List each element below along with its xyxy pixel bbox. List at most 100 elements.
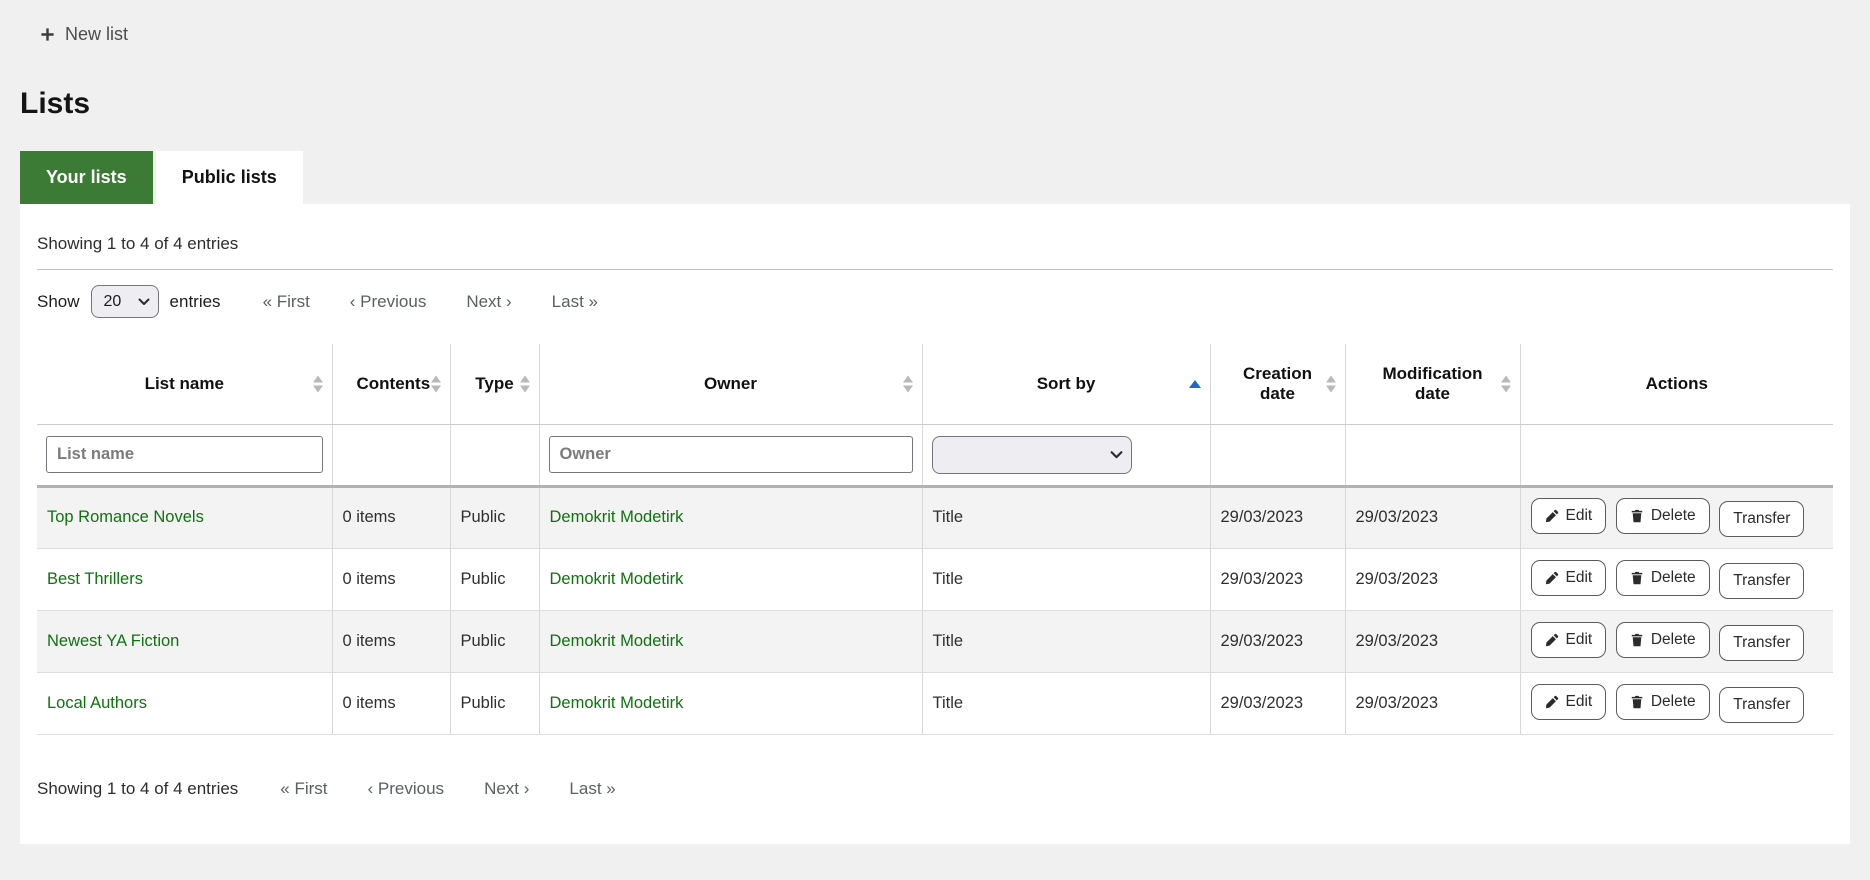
table-row: Best Thrillers 0 items Public Demokrit M… xyxy=(37,548,1833,610)
pencil-icon xyxy=(1545,509,1559,523)
pagination-previous[interactable]: ‹ Previous xyxy=(350,292,427,312)
list-name-link[interactable]: Best Thrillers xyxy=(47,570,143,588)
column-header-owner[interactable]: Owner xyxy=(539,344,922,424)
pagination-next[interactable]: Next › xyxy=(466,292,511,312)
new-list-button[interactable]: New list xyxy=(40,24,128,45)
pagination-last[interactable]: Last » xyxy=(552,292,598,312)
sort-icon xyxy=(903,375,913,392)
filter-row xyxy=(37,424,1833,486)
sort-by-cell: Title xyxy=(922,610,1210,672)
sort-by-cell: Title xyxy=(922,672,1210,734)
pagination-top: « First ‹ Previous Next › Last » xyxy=(263,292,598,312)
edit-button[interactable]: Edit xyxy=(1531,622,1607,658)
pencil-icon xyxy=(1545,695,1559,709)
contents-cell: 0 items xyxy=(332,548,450,610)
owner-filter-input[interactable] xyxy=(549,436,913,473)
pencil-icon xyxy=(1545,571,1559,585)
list-name-filter-input[interactable] xyxy=(46,436,323,473)
owner-link[interactable]: Demokrit Modetirk xyxy=(550,570,684,588)
edit-button[interactable]: Edit xyxy=(1531,560,1607,596)
pagination-previous[interactable]: ‹ Previous xyxy=(368,779,445,799)
contents-cell: 0 items xyxy=(332,486,450,548)
delete-button[interactable]: Delete xyxy=(1616,622,1710,658)
plus-icon xyxy=(40,27,55,42)
tab-public-lists[interactable]: Public lists xyxy=(156,151,303,204)
trash-icon xyxy=(1630,571,1644,585)
table-row: Top Romance Novels 0 items Public Demokr… xyxy=(37,486,1833,548)
new-list-label: New list xyxy=(65,24,128,45)
column-header-modification-date[interactable]: Modification date xyxy=(1345,344,1520,424)
sort-by-filter-select[interactable] xyxy=(932,436,1132,474)
tabs-bar: Your lists Public lists xyxy=(20,151,1870,204)
type-cell: Public xyxy=(450,610,539,672)
column-header-contents[interactable]: Contents xyxy=(332,344,450,424)
trash-icon xyxy=(1630,695,1644,709)
sort-by-cell: Title xyxy=(922,486,1210,548)
column-header-list-name[interactable]: List name xyxy=(37,344,332,424)
list-name-link[interactable]: Local Authors xyxy=(47,694,147,712)
type-cell: Public xyxy=(450,672,539,734)
sort-icon xyxy=(1326,375,1336,392)
sort-by-filter-box xyxy=(923,436,1132,474)
tab-your-lists[interactable]: Your lists xyxy=(20,151,153,204)
divider xyxy=(37,269,1833,270)
sort-by-cell: Title xyxy=(922,548,1210,610)
owner-link[interactable]: Demokrit Modetirk xyxy=(550,694,684,712)
owner-link[interactable]: Demokrit Modetirk xyxy=(550,508,684,526)
transfer-button[interactable]: Transfer xyxy=(1719,687,1804,723)
sort-ascending-icon xyxy=(1189,380,1201,388)
sort-icon xyxy=(313,375,323,392)
table-footer: Showing 1 to 4 of 4 entries « First ‹ Pr… xyxy=(37,779,1833,799)
delete-button[interactable]: Delete xyxy=(1616,498,1710,534)
pagination-bottom: « First ‹ Previous Next › Last » xyxy=(280,779,615,799)
column-header-sort-by[interactable]: Sort by xyxy=(922,344,1210,424)
modification-date-cell: 29/03/2023 xyxy=(1345,548,1520,610)
column-header-type[interactable]: Type xyxy=(450,344,539,424)
delete-button[interactable]: Delete xyxy=(1616,684,1710,720)
column-header-actions: Actions xyxy=(1520,344,1833,424)
page-title: Lists xyxy=(20,89,1870,119)
contents-cell: 0 items xyxy=(332,610,450,672)
creation-date-cell: 29/03/2023 xyxy=(1210,672,1345,734)
sort-icon xyxy=(520,375,530,392)
table-row: Local Authors 0 items Public Demokrit Mo… xyxy=(37,672,1833,734)
modification-date-cell: 29/03/2023 xyxy=(1345,672,1520,734)
list-name-link[interactable]: Newest YA Fiction xyxy=(47,632,179,650)
edit-button[interactable]: Edit xyxy=(1531,498,1607,534)
type-cell: Public xyxy=(450,486,539,548)
table-controls: Show 20 entries « First ‹ Previous Next … xyxy=(37,285,1833,318)
header-row: List name Contents Type Owner Sort by xyxy=(37,344,1833,424)
pagination-next[interactable]: Next › xyxy=(484,779,529,799)
list-name-link[interactable]: Top Romance Novels xyxy=(47,508,204,526)
showing-entries-bottom: Showing 1 to 4 of 4 entries xyxy=(37,779,238,799)
owner-link[interactable]: Demokrit Modetirk xyxy=(550,632,684,650)
creation-date-cell: 29/03/2023 xyxy=(1210,548,1345,610)
lists-table: List name Contents Type Owner Sort by xyxy=(37,344,1833,735)
creation-date-cell: 29/03/2023 xyxy=(1210,610,1345,672)
page-length-select[interactable]: 20 xyxy=(91,285,159,318)
transfer-button[interactable]: Transfer xyxy=(1719,501,1804,537)
showing-entries-top: Showing 1 to 4 of 4 entries xyxy=(37,234,1833,254)
modification-date-cell: 29/03/2023 xyxy=(1345,610,1520,672)
column-header-creation-date[interactable]: Creation date xyxy=(1210,344,1345,424)
pagination-first[interactable]: « First xyxy=(280,779,327,799)
sort-icon xyxy=(431,375,441,392)
page-length-select-box: 20 xyxy=(91,285,159,318)
modification-date-cell: 29/03/2023 xyxy=(1345,486,1520,548)
transfer-button[interactable]: Transfer xyxy=(1719,625,1804,661)
lists-panel: Showing 1 to 4 of 4 entries Show 20 entr… xyxy=(20,204,1850,844)
type-cell: Public xyxy=(450,548,539,610)
pagination-first[interactable]: « First xyxy=(263,292,310,312)
trash-icon xyxy=(1630,633,1644,647)
transfer-button[interactable]: Transfer xyxy=(1719,563,1804,599)
table-row: Newest YA Fiction 0 items Public Demokri… xyxy=(37,610,1833,672)
show-label: Show xyxy=(37,292,80,312)
trash-icon xyxy=(1630,509,1644,523)
pencil-icon xyxy=(1545,633,1559,647)
delete-button[interactable]: Delete xyxy=(1616,560,1710,596)
edit-button[interactable]: Edit xyxy=(1531,684,1607,720)
pagination-last[interactable]: Last » xyxy=(569,779,615,799)
contents-cell: 0 items xyxy=(332,672,450,734)
sort-icon xyxy=(1501,375,1511,392)
entries-label: entries xyxy=(170,292,221,312)
